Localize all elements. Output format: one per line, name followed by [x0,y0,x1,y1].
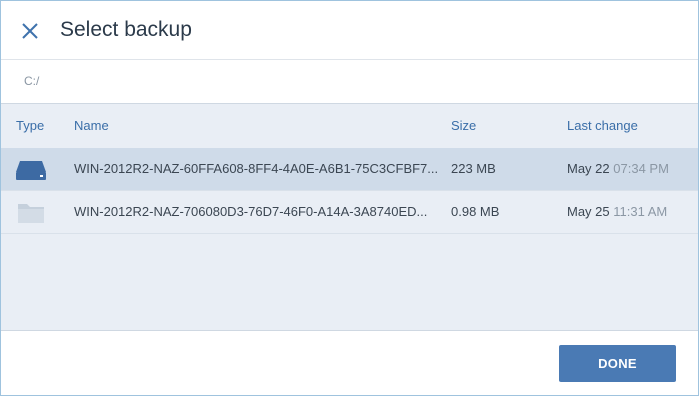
dialog-footer: DONE [1,331,698,395]
backup-last-change: May 25 11:31 AM [567,204,667,219]
backup-date: May 25 [567,204,610,219]
column-header-type[interactable]: Type [16,118,44,133]
backup-size: 0.98 MB [451,204,500,219]
path-bar: C:/ [1,60,698,104]
backup-time: 07:34 PM [613,161,669,176]
drive-icon [16,161,46,180]
table-row[interactable]: WIN-2012R2-NAZ-706080D3-76D7-46F0-A14A-3… [1,191,698,234]
backup-table: Type Name Size Last change WIN-2012R2-NA… [1,104,698,331]
dialog-header: Select backup [1,1,698,60]
backup-size: 223 MB [451,161,496,176]
backup-name: WIN-2012R2-NAZ-706080D3-76D7-46F0-A14A-3… [74,204,428,219]
dialog-title: Select backup [60,18,192,41]
column-header-name[interactable]: Name [74,118,109,133]
backup-time: 11:31 AM [613,204,668,219]
current-path[interactable]: C:/ [24,74,39,88]
close-button[interactable] [19,20,41,42]
column-header-last-change[interactable]: Last change [567,118,638,133]
close-icon [22,23,38,39]
table-header: Type Name Size Last change [1,104,698,148]
backup-last-change: May 22 07:34 PM [567,161,669,176]
column-header-size[interactable]: Size [451,118,476,133]
backup-name: WIN-2012R2-NAZ-60FFA608-8FF4-4A0E-A6B1-7… [74,161,439,176]
select-backup-dialog: Select backup C:/ Type Name Size Last ch… [0,0,699,396]
backup-date: May 22 [567,161,610,176]
folder-icon [18,204,44,223]
done-button[interactable]: DONE [559,345,676,382]
table-row[interactable]: WIN-2012R2-NAZ-60FFA608-8FF4-4A0E-A6B1-7… [1,148,698,191]
